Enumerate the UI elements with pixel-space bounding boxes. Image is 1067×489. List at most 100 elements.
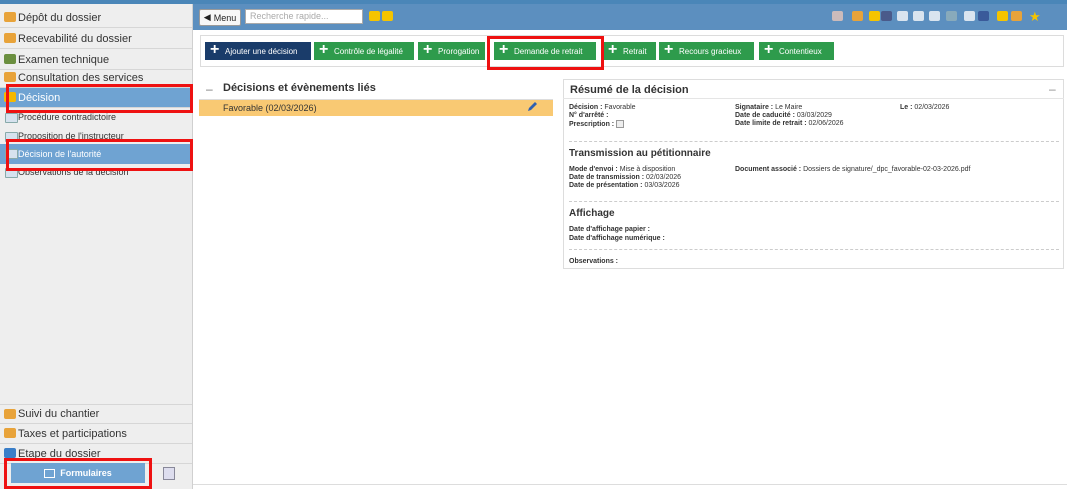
- menu-button[interactable]: ◀ Menu: [199, 9, 241, 26]
- coins-icon: [4, 428, 16, 438]
- folder-icon[interactable]: [369, 11, 380, 21]
- field-label: Document associé :: [735, 166, 802, 173]
- sidebar-item-label: Examen technique: [18, 53, 110, 66]
- top-toolbar: ◀ Menu Recherche rapide... ▼ ★: [193, 4, 1067, 30]
- divider: [563, 98, 1064, 99]
- sidebar-toggle-icon[interactable]: [163, 467, 175, 480]
- minimize-icon[interactable]: –: [1049, 82, 1056, 96]
- document-icon[interactable]: [881, 11, 892, 21]
- plus-icon: +: [664, 41, 674, 58]
- chevron-left-icon: ◀: [203, 12, 211, 22]
- button-label: Contrôle de légalité: [334, 46, 403, 56]
- collapse-icon[interactable]: –: [206, 82, 213, 96]
- retrait-button[interactable]: + Retrait: [603, 41, 656, 60]
- sidebar-item-recevabilite[interactable]: Recevabilité du dossier: [0, 29, 192, 49]
- form-icon: [5, 113, 18, 123]
- list-icon[interactable]: [897, 11, 908, 21]
- flag-icon[interactable]: [832, 11, 843, 21]
- field-prescription: Prescription :: [569, 120, 625, 128]
- field-value: 02/03/2026: [646, 174, 682, 181]
- folder-edit-icon[interactable]: [1011, 11, 1022, 21]
- field-value: 03/03/2029: [796, 112, 832, 119]
- field-label: Prescription :: [569, 120, 615, 128]
- sidebar-item-depot[interactable]: Dépôt du dossier: [0, 8, 192, 28]
- field-signataire: Signataire : Le Maire: [735, 104, 802, 111]
- recours-gracieux-button[interactable]: + Recours gracieux: [659, 41, 754, 60]
- field-mode-envoi: Mode d'envoi : Mise à disposition: [569, 166, 675, 173]
- decision-row-label: Favorable (02/03/2026): [223, 103, 317, 113]
- folder-gear-icon: [4, 54, 16, 64]
- field-label: Date de présentation :: [569, 182, 643, 189]
- prescription-checkbox[interactable]: [616, 120, 625, 128]
- field-label: Observations :: [569, 258, 619, 265]
- field-value: 03/03/2026: [644, 182, 680, 189]
- field-value: 02/03/2026: [914, 104, 950, 111]
- field-label: Date limite de retrait :: [735, 120, 807, 127]
- field-label: Date d'affichage papier :: [569, 226, 651, 233]
- highlight-box-formulaires: [4, 458, 152, 489]
- field-date-presentation: Date de présentation : 03/03/2026: [569, 182, 680, 189]
- field-document: Document associé : Dossiers de signature…: [735, 166, 970, 173]
- field-value: Favorable: [604, 104, 636, 111]
- divider: [569, 141, 1059, 142]
- worker-icon: [4, 409, 16, 419]
- calendar-icon[interactable]: [929, 11, 940, 21]
- field-value: Mise à disposition: [619, 166, 676, 173]
- plus-icon: +: [319, 41, 329, 58]
- button-label: Prorogation: [438, 46, 480, 56]
- button-label: Contentieux: [779, 46, 822, 56]
- search-input[interactable]: Recherche rapide...: [245, 9, 363, 24]
- users-icon[interactable]: [946, 11, 957, 21]
- field-label: Signataire :: [735, 104, 774, 111]
- sidebar-item-label: Dépôt du dossier: [18, 11, 102, 24]
- menu-label: Menu: [213, 12, 237, 23]
- chevron-down-icon[interactable]: ▼: [354, 10, 362, 19]
- field-affichage-numerique: Date d'affichage numérique :: [569, 235, 665, 242]
- megaphone-icon[interactable]: [852, 11, 863, 21]
- plus-icon: +: [608, 41, 618, 58]
- folder-check-icon: [4, 33, 16, 43]
- field-value: Le Maire: [775, 104, 803, 111]
- field-caducite: Date de caducité : 03/03/2029: [735, 112, 832, 119]
- button-label: Ajouter une décision: [225, 46, 298, 56]
- button-label: Retrait: [623, 46, 647, 56]
- field-le: Le : 02/03/2026: [900, 104, 949, 111]
- section-title-affichage: Affichage: [569, 208, 615, 219]
- field-decision: Décision : Favorable: [569, 104, 636, 111]
- chart-icon[interactable]: [978, 11, 989, 21]
- sidebar-item-label: Suivi du chantier: [18, 408, 100, 420]
- field-label: Mode d'envoi :: [569, 166, 618, 173]
- grid-icon[interactable]: [913, 11, 924, 21]
- star-icon[interactable]: ★: [1029, 9, 1041, 25]
- controle-legalite-button[interactable]: + Contrôle de légalité: [314, 41, 414, 60]
- field-date-transmission: Date de transmission : 02/03/2026: [569, 174, 681, 181]
- report-icon[interactable]: [964, 11, 975, 21]
- highlight-box-demande-retrait: [487, 36, 604, 70]
- sidebar-item-label: Taxes et participations: [18, 427, 127, 440]
- sidebar-item-label: Recevabilité du dossier: [18, 32, 132, 45]
- pencil-icon[interactable]: [526, 102, 538, 112]
- field-arrete: N° d'arrêté :: [569, 112, 608, 119]
- field-affichage-papier: Date d'affichage papier :: [569, 226, 650, 233]
- folder-open-icon[interactable]: [382, 11, 393, 21]
- field-label: Date d'affichage numérique :: [569, 235, 665, 242]
- contentieux-button[interactable]: + Contentieux: [759, 41, 834, 60]
- sidebar-item-suivi[interactable]: Suivi du chantier: [0, 404, 192, 424]
- thumbs-icon[interactable]: [869, 11, 880, 21]
- document-link[interactable]: Dossiers de signature/_dpc_favorable-02-…: [803, 166, 970, 173]
- list-item[interactable]: Favorable (02/03/2026): [199, 100, 553, 116]
- field-label: Date de transmission :: [569, 174, 645, 181]
- folder-star-icon[interactable]: [997, 11, 1008, 21]
- sidebar-subitem-label: Procédure contradictoire: [18, 112, 117, 122]
- summary-title: Résumé de la décision: [570, 84, 689, 96]
- prorogation-button[interactable]: + Prorogation: [418, 41, 485, 60]
- add-decision-button[interactable]: + Ajouter une décision: [205, 41, 311, 60]
- field-label: Date de caducité :: [735, 112, 795, 119]
- steps-icon: [4, 448, 16, 458]
- field-label: Le :: [900, 104, 913, 111]
- sidebar-item-examen[interactable]: Examen technique: [0, 50, 192, 70]
- sidebar-item-taxes[interactable]: Taxes et participations: [0, 424, 192, 444]
- sidebar-item-label: Consultation des services: [18, 71, 144, 84]
- field-limite-retrait: Date limite de retrait : 02/06/2026: [735, 120, 844, 127]
- field-observations: Observations :: [569, 258, 618, 265]
